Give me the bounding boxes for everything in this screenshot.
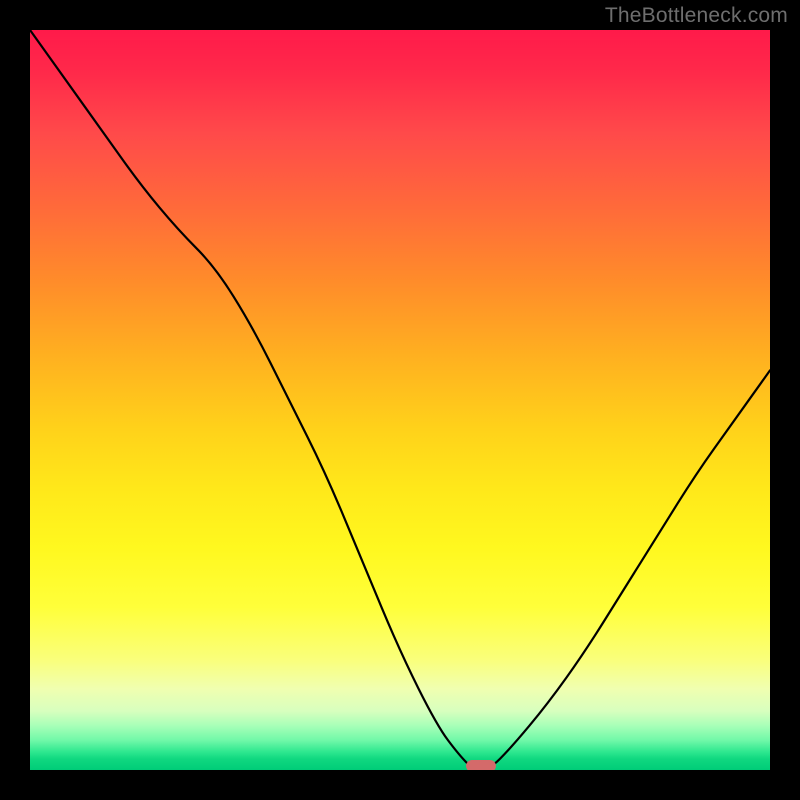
plot-area [30, 30, 770, 770]
chart-frame: TheBottleneck.com [0, 0, 800, 800]
watermark-text: TheBottleneck.com [605, 4, 788, 28]
minimum-marker [466, 760, 496, 770]
heat-gradient [30, 30, 770, 770]
